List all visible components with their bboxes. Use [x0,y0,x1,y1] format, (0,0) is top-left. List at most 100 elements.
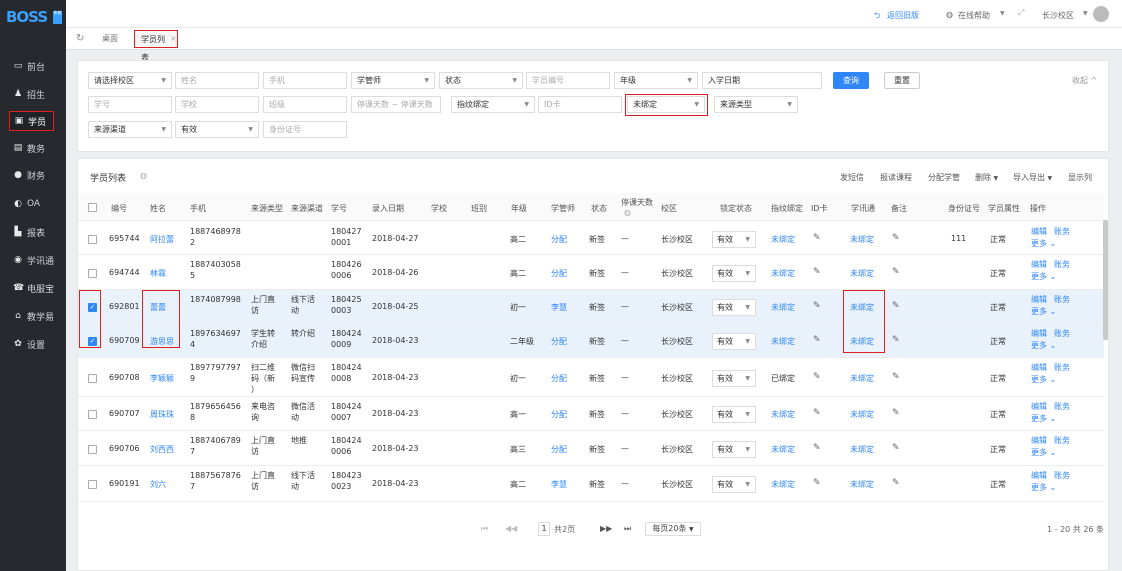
fullscreen-icon[interactable]: ⤢ [1018,8,1024,18]
cell-xxt-link[interactable]: 未绑定 [850,479,874,490]
more-link[interactable]: 更多 ⌄ [1031,340,1056,351]
manager-select[interactable]: 学管师 ▼ [351,72,435,89]
help-circle-icon[interactable]: ◍ [624,208,631,217]
edit-note-icon[interactable]: ✎ [892,478,900,488]
row-checkbox[interactable] [88,373,97,383]
help-circle-icon[interactable]: ◍ [140,171,147,180]
source-type-select[interactable]: 来源类型 ▼ [714,96,798,113]
edit-link[interactable]: 编辑 [1031,294,1047,305]
sidebar-item-oa[interactable]: ◐ OA [0,194,66,214]
collapse-link[interactable]: 收起 ^ [1072,75,1097,86]
source-channel-select[interactable]: 来源渠道 ▼ [88,121,172,138]
edit-id-card-icon[interactable]: ✎ [813,478,821,488]
stop-days-range[interactable]: 停课天数 ~ 停课天数 [351,96,441,113]
edit-note-icon[interactable]: ✎ [892,335,900,345]
id-number-input[interactable]: 身份证号 [263,121,347,138]
sidebar-item-reports[interactable]: ▙ 报表 [0,222,66,242]
edit-id-card-icon[interactable]: ✎ [813,335,821,345]
sidebar-item-xxt[interactable]: ◉ 学讯通 [0,250,66,270]
tab-home[interactable]: 桌面 [96,30,124,48]
more-link[interactable]: 更多 ⌄ [1031,413,1056,424]
sidebar-item-academic[interactable]: ▤ 教务 [0,138,66,158]
sidebar-item-teach[interactable]: ⌂ 教学易 [0,306,66,326]
edit-id-card-icon[interactable]: ✎ [813,233,821,243]
lock-status-select[interactable]: 有效 ▼ [712,230,756,248]
select-all-checkbox[interactable] [88,203,97,212]
row-checkbox[interactable] [88,410,97,419]
edit-id-card-icon[interactable]: ✎ [813,372,821,382]
more-link[interactable]: 更多 ⌄ [1031,306,1056,317]
cell-manager-link[interactable]: 分配 [551,268,567,279]
lock-status-select[interactable]: 有效 ▼ [712,333,756,350]
cell-xxt-link[interactable]: 未绑定 [850,409,874,420]
back-old-version-link[interactable]: 返回旧版 [887,10,919,21]
phone-input[interactable]: 手机 [263,72,347,89]
page-input[interactable]: 1 [538,522,550,536]
cell-manager-link[interactable]: 李慧 [551,302,567,313]
account-link[interactable]: 账务 [1054,362,1070,373]
account-link[interactable]: 账务 [1054,294,1070,305]
next-page-icon[interactable]: ▶▶ [600,524,612,533]
sidebar-item-enroll[interactable]: ♟ 招生 [0,84,66,104]
lock-status-select[interactable]: 有效 ▼ [712,299,756,316]
account-link[interactable]: 账务 [1054,470,1070,481]
row-checkbox[interactable] [88,480,97,489]
cell-manager-link[interactable]: 分配 [551,336,567,347]
enroll-date-input[interactable]: 入学日期 [702,72,822,89]
lock-status-select[interactable]: 有效 ▼ [712,476,756,493]
edit-link[interactable]: 编辑 [1031,435,1047,446]
edit-link[interactable]: 编辑 [1031,226,1047,237]
xuehao-input[interactable]: 学号 [88,96,172,113]
cell-fingerprint[interactable]: 未绑定 [771,234,795,245]
lock-status-select[interactable]: 有效 ▼ [712,406,756,423]
prev-page-icon[interactable]: ◀◀ [505,524,517,533]
cell-manager-link[interactable]: 李慧 [551,479,567,490]
refresh-icon[interactable]: ↻ [76,33,84,44]
cell-name-link[interactable]: 刘六 [150,479,166,490]
fingerprint-select[interactable]: 指纹绑定 ▼ [451,96,535,113]
cell-manager-link[interactable]: 分配 [551,444,567,455]
edit-note-icon[interactable]: ✎ [892,267,900,277]
name-input[interactable]: 姓名 [175,72,259,89]
edit-link[interactable]: 编辑 [1031,259,1047,270]
cell-fingerprint[interactable]: 未绑定 [771,302,795,313]
edit-link[interactable]: 编辑 [1031,401,1047,412]
account-link[interactable]: 账务 [1054,435,1070,446]
cell-name-link[interactable]: 刘西西 [150,444,174,455]
edit-id-card-icon[interactable]: ✎ [813,267,821,277]
cell-xxt-link[interactable]: 未绑定 [850,444,874,455]
show-columns-button[interactable]: 显示列 [1068,172,1092,183]
row-checkbox[interactable] [88,444,97,454]
edit-note-icon[interactable]: ✎ [892,443,900,453]
cell-name-link[interactable]: 李颖颖 [150,373,174,384]
import-export-button[interactable]: 导入导出 ▼ [1013,172,1052,183]
more-link[interactable]: 更多 ⌄ [1031,271,1056,282]
cell-fingerprint[interactable]: 未绑定 [771,336,795,347]
student-no-input[interactable]: 学员编号 [526,72,610,89]
cell-name-link[interactable]: 林霖 [150,268,166,279]
more-link[interactable]: 更多 ⌄ [1031,447,1056,458]
more-link[interactable]: 更多 ⌄ [1031,482,1056,493]
account-link[interactable]: 账务 [1054,401,1070,412]
cell-fingerprint[interactable]: 未绑定 [771,479,795,490]
status-select[interactable]: 状态 ▼ [439,72,523,89]
edit-id-card-icon[interactable]: ✎ [813,443,821,453]
more-link[interactable]: 更多 ⌄ [1031,374,1056,385]
more-link[interactable]: 更多 ⌄ [1031,238,1056,249]
edit-note-icon[interactable]: ✎ [892,233,900,243]
cell-name-link[interactable]: 周珠珠 [150,409,174,420]
account-link[interactable]: 账务 [1054,259,1070,270]
sidebar-item-settings[interactable]: ✿ 设置 [0,334,66,354]
table-scrollbar[interactable] [1103,220,1108,340]
account-link[interactable]: 账务 [1054,226,1070,237]
cell-manager-link[interactable]: 分配 [551,234,567,245]
reset-button[interactable]: 重置 [884,72,920,89]
lock-status-select[interactable]: 有效 ▼ [712,369,756,387]
edit-id-card-icon[interactable]: ✎ [813,301,821,311]
per-page-select[interactable]: 每页20条 ▼ [645,522,701,536]
sidebar-item-student[interactable]: ▣ 学员 [9,111,54,131]
cell-fingerprint[interactable]: 已绑定 [771,373,795,384]
edit-link[interactable]: 编辑 [1031,470,1047,481]
edit-link[interactable]: 编辑 [1031,362,1047,373]
boss-logo[interactable]: BOSS 系统 [6,8,62,30]
